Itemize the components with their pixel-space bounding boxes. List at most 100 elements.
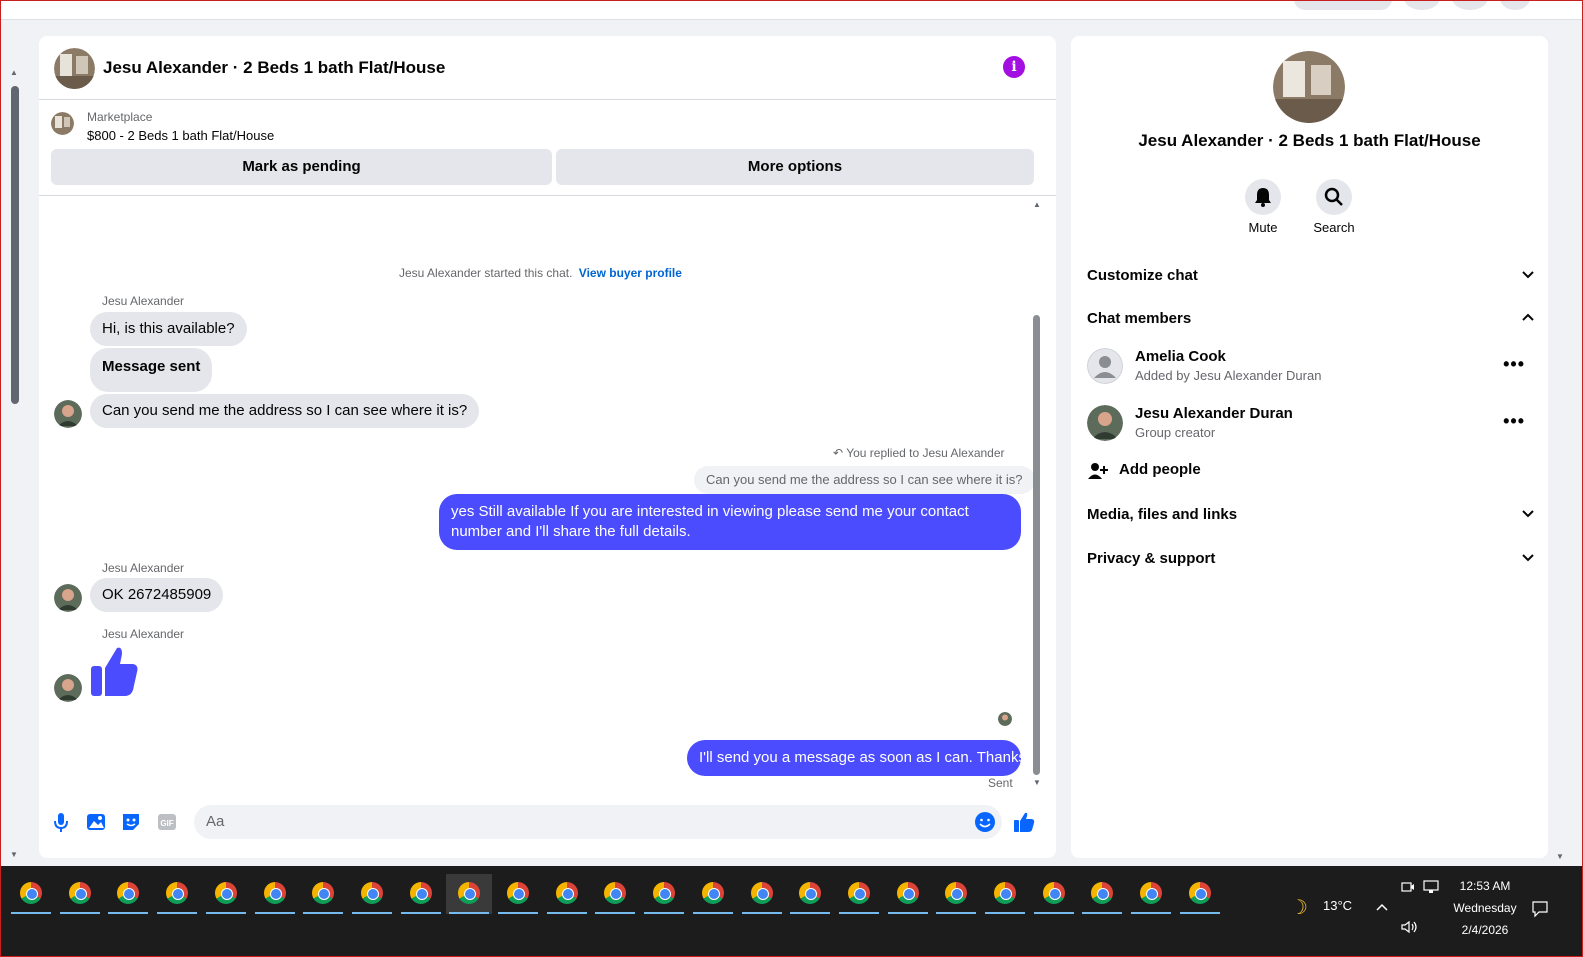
read-receipt-avatar: [998, 712, 1012, 726]
chrome-icon: [166, 882, 188, 904]
media-section[interactable]: Media, files and links: [1087, 506, 1535, 523]
reply-quote[interactable]: Can you send me the address so I can see…: [694, 466, 1035, 494]
search-action[interactable]: Search: [1304, 179, 1364, 235]
like-icon[interactable]: [1013, 811, 1035, 833]
sticker-icon[interactable]: [120, 811, 142, 833]
photo-icon[interactable]: [85, 811, 107, 833]
chevron-down-icon: [1522, 554, 1534, 562]
scroll-thumb[interactable]: [11, 86, 19, 404]
sender-name: Jesu Alexander: [102, 561, 185, 575]
weather-widget[interactable]: ☽ 13°C: [1290, 897, 1352, 919]
taskbar-chrome-button[interactable]: [933, 874, 979, 914]
thumbs-up-sticker-icon[interactable]: [89, 646, 139, 698]
volume-icon[interactable]: [1401, 920, 1419, 934]
listing-banner: Marketplace $800 - 2 Beds 1 bath Flat/Ho…: [39, 100, 1056, 196]
message-input[interactable]: Aa: [194, 805, 1002, 839]
more-icon[interactable]: •••: [1503, 411, 1525, 432]
gif-icon[interactable]: GIF: [156, 811, 178, 833]
profile-avatar[interactable]: [1500, 0, 1530, 10]
top-nav-button[interactable]: [1404, 0, 1440, 10]
incoming-message[interactable]: Can you send me the address so I can see…: [90, 394, 480, 428]
taskbar-chrome-button[interactable]: [1128, 874, 1174, 914]
chevron-up-icon[interactable]: [1375, 902, 1389, 912]
scroll-up-icon[interactable]: ▲: [1033, 200, 1041, 209]
taskbar-chrome-button[interactable]: [252, 874, 298, 914]
search-button[interactable]: [1316, 179, 1352, 215]
taskbar-chrome-button[interactable]: [690, 874, 736, 914]
scroll-thumb[interactable]: [1033, 315, 1040, 775]
taskbar-chrome-button[interactable]: [1177, 874, 1223, 914]
taskbar-chrome-button[interactable]: [1079, 874, 1125, 914]
taskbar-chrome-button[interactable]: [1031, 874, 1077, 914]
info-icon[interactable]: i: [1003, 56, 1025, 78]
mute-action[interactable]: Mute: [1233, 179, 1293, 235]
scroll-down-icon[interactable]: ▼: [1556, 852, 1564, 861]
taskbar: ☽ 13°C 12:53 AM Wednesday 2/4/2026: [0, 866, 1583, 957]
listing-label: Marketplace: [87, 110, 153, 124]
more-options-button[interactable]: More options: [556, 149, 1034, 185]
clock-date[interactable]: 2/4/2026: [1448, 923, 1522, 937]
customize-chat-section[interactable]: Customize chat: [1087, 267, 1535, 284]
running-indicator: [547, 912, 587, 914]
scroll-up-icon[interactable]: ▲: [10, 68, 18, 77]
taskbar-chrome-button[interactable]: [592, 874, 638, 914]
listing-title[interactable]: $800 - 2 Beds 1 bath Flat/House: [87, 128, 274, 143]
running-indicator: [206, 912, 246, 914]
sender-avatar[interactable]: [54, 584, 82, 612]
incoming-message[interactable]: Message sent: [90, 348, 213, 392]
more-icon[interactable]: •••: [1503, 354, 1525, 375]
scroll-down-icon[interactable]: ▼: [10, 850, 18, 859]
emoji-icon[interactable]: [974, 811, 996, 833]
messages-scrollbar[interactable]: ▲ ▼: [1031, 200, 1043, 794]
taskbar-chrome-button[interactable]: [8, 874, 54, 914]
network-icon[interactable]: [1423, 880, 1439, 894]
taskbar-chrome-button[interactable]: [398, 874, 444, 914]
clock-day[interactable]: Wednesday: [1448, 901, 1522, 915]
outgoing-message[interactable]: yes Still available If you are intereste…: [439, 494, 1021, 550]
chrome-icon: [507, 882, 529, 904]
listing-thumbnail[interactable]: [51, 112, 74, 135]
taskbar-chrome-button[interactable]: [57, 874, 103, 914]
taskbar-chrome-button[interactable]: [982, 874, 1028, 914]
top-nav-pill[interactable]: [1294, 0, 1392, 10]
taskbar-chrome-button[interactable]: [836, 874, 882, 914]
listing-photo[interactable]: [1273, 51, 1345, 123]
taskbar-chrome-button[interactable]: [787, 874, 833, 914]
running-indicator: [1180, 912, 1220, 914]
mark-pending-button[interactable]: Mark as pending: [51, 149, 552, 185]
listing-avatar[interactable]: [54, 48, 95, 89]
incoming-message[interactable]: Hi, is this available?: [90, 312, 247, 346]
view-buyer-profile-link[interactable]: View buyer profile: [579, 266, 682, 280]
chat-title[interactable]: Jesu Alexander · 2 Beds 1 bath Flat/Hous…: [103, 58, 445, 78]
taskbar-chrome-button[interactable]: [446, 874, 492, 914]
taskbar-chrome-button[interactable]: [349, 874, 395, 914]
taskbar-chrome-button[interactable]: [544, 874, 590, 914]
microphone-icon[interactable]: [50, 811, 72, 833]
privacy-section[interactable]: Privacy & support: [1087, 550, 1535, 567]
top-nav-button[interactable]: [1452, 0, 1488, 10]
add-people-button[interactable]: Add people: [1087, 461, 1201, 485]
taskbar-chrome-button[interactable]: [641, 874, 687, 914]
taskbar-chrome-button[interactable]: [300, 874, 346, 914]
notifications-icon[interactable]: [1531, 900, 1549, 918]
right-scrollbar[interactable]: ▼: [1553, 0, 1567, 866]
member-row[interactable]: Amelia Cook Added by Jesu Alexander Dura…: [1087, 346, 1535, 386]
outgoing-message[interactable]: I'll send you a message as soon as I can…: [687, 740, 1026, 776]
chat-members-section[interactable]: Chat members: [1087, 310, 1535, 327]
mute-button[interactable]: [1245, 179, 1281, 215]
taskbar-chrome-button[interactable]: [203, 874, 249, 914]
clock-time[interactable]: 12:53 AM: [1448, 879, 1522, 893]
chrome-icon: [702, 882, 724, 904]
taskbar-chrome-button[interactable]: [105, 874, 151, 914]
taskbar-chrome-button[interactable]: [885, 874, 931, 914]
sender-avatar[interactable]: [54, 400, 82, 428]
sender-avatar[interactable]: [54, 674, 82, 702]
member-row[interactable]: Jesu Alexander Duran Group creator •••: [1087, 403, 1535, 443]
taskbar-chrome-button[interactable]: [495, 874, 541, 914]
taskbar-chrome-button[interactable]: [739, 874, 785, 914]
scroll-down-icon[interactable]: ▼: [1033, 778, 1041, 787]
incoming-message[interactable]: OK 2672485909: [90, 578, 224, 612]
meet-icon[interactable]: [1401, 880, 1415, 894]
taskbar-chrome-button[interactable]: [154, 874, 200, 914]
page-scrollbar[interactable]: ▲ ▼: [8, 68, 22, 863]
